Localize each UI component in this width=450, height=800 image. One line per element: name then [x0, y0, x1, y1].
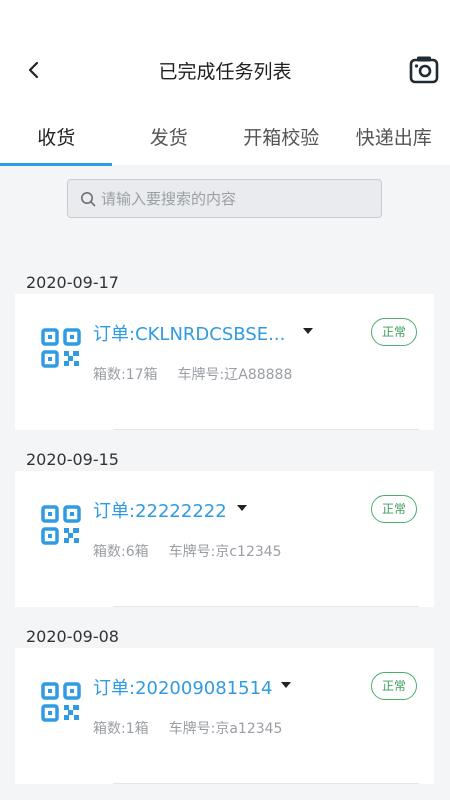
plate-number: 车牌号:京a12345: [168, 721, 283, 737]
tab-unbox-check[interactable]: 开箱校验: [225, 120, 338, 166]
card-divider: [113, 606, 419, 607]
status-badge: 正常: [371, 672, 417, 700]
tab-express-out[interactable]: 快递出库: [338, 120, 450, 166]
date-header: 2020-09-15: [26, 450, 119, 469]
plate-number: 车牌号:京c12345: [168, 544, 282, 560]
qr-code-icon: [41, 682, 81, 722]
page-title: 已完成任务列表: [158, 61, 292, 83]
search-icon: [81, 191, 96, 206]
date-header: 2020-09-17: [26, 273, 119, 292]
order-meta: 箱数:6箱 车牌号:京c12345: [93, 541, 282, 561]
camera-button[interactable]: [408, 54, 440, 86]
order-card[interactable]: 订单:22222222 箱数:6箱 车牌号:京c12345 正常: [15, 471, 434, 607]
box-count: 箱数:6箱: [93, 544, 149, 560]
date-header: 2020-09-08: [26, 627, 119, 646]
order-number: 订单:202009081514: [93, 678, 273, 699]
qr-code-icon: [41, 328, 81, 368]
search-box[interactable]: [67, 179, 382, 218]
order-card[interactable]: 订单:202009081514 箱数:1箱 车牌号:京a12345 正常: [15, 648, 434, 784]
box-count: 箱数:1箱: [93, 721, 149, 737]
status-badge: 正常: [371, 495, 417, 523]
caret-down-icon[interactable]: [237, 505, 247, 511]
camera-icon: [409, 56, 439, 84]
card-divider: [113, 429, 419, 430]
plate-number: 车牌号:辽A88888: [177, 367, 293, 383]
status-badge: 正常: [371, 318, 417, 346]
caret-down-icon[interactable]: [303, 328, 313, 334]
qr-code-icon: [41, 505, 81, 545]
tab-bar: 收货 发货 开箱校验 快递出库: [0, 120, 450, 166]
order-number: 订单:CKLNRDCSBSE...: [93, 324, 286, 345]
caret-down-icon[interactable]: [281, 682, 291, 688]
box-count: 箱数:17箱: [93, 367, 158, 383]
order-number: 订单:22222222: [93, 501, 227, 522]
order-meta: 箱数:17箱 车牌号:辽A88888: [93, 364, 292, 384]
tab-receive[interactable]: 收货: [0, 120, 113, 166]
order-card[interactable]: 订单:CKLNRDCSBSE... 箱数:17箱 车牌号:辽A88888 正常: [15, 294, 434, 430]
tab-ship[interactable]: 发货: [113, 120, 226, 166]
order-meta: 箱数:1箱 车牌号:京a12345: [93, 718, 282, 738]
search-area: [0, 166, 450, 246]
search-input[interactable]: [99, 188, 363, 209]
header: 已完成任务列表 收货 发货 开箱校验 快递出库: [0, 0, 450, 166]
card-divider: [113, 783, 419, 784]
